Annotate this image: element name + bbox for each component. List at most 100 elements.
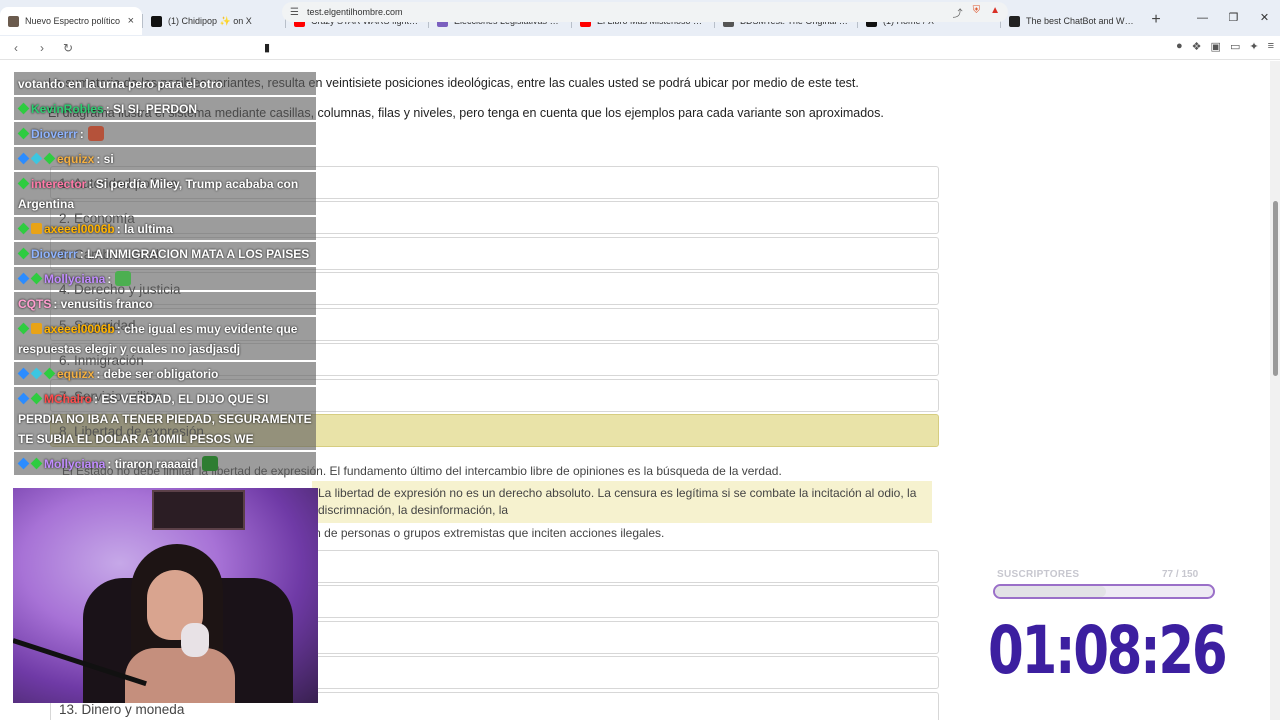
chat-username[interactable]: MChalro (44, 392, 92, 406)
chat-text: votando en la urna pero para el otro (18, 77, 223, 91)
close-window-icon[interactable]: ✕ (1249, 0, 1280, 36)
forward-icon[interactable]: › (32, 41, 52, 55)
goal-label: SUSCRIPTORES (997, 569, 1080, 580)
chat-text: : debe ser obligatorio (96, 367, 219, 381)
chat-message: KevinRobles: SI SI, PERDON (14, 97, 316, 120)
blue-badge-icon (17, 392, 30, 405)
green-badge-icon (17, 177, 30, 190)
goal-count: 77 / 150 (1162, 569, 1199, 580)
site-info-icon[interactable]: ☰ (290, 7, 299, 18)
webcam-feed (13, 488, 318, 703)
goal-progress-bar (993, 584, 1215, 599)
chat-text: : tiraron raaaaid (107, 457, 199, 471)
chat-text: : la ultima (116, 222, 173, 236)
reload-icon[interactable]: ↻ (58, 41, 78, 55)
chat-message: MChalro: ES VERDAD, EL DIJO QUE SI PERDI… (14, 387, 316, 450)
chat-username[interactable]: Dioverrr (31, 247, 78, 261)
puzzle-icon[interactable]: ❖ (1192, 40, 1202, 53)
chat-message: equizx: si (14, 147, 316, 170)
close-tab-icon[interactable]: × (128, 15, 134, 27)
brave-shield-icon[interactable]: ⛨ (973, 5, 981, 20)
browser-tab[interactable]: (1) Chidipop ✨ on X (143, 7, 285, 35)
green-badge-icon (30, 392, 43, 405)
toolbar-actions: ● ❖ ▣ ▭ ✦ ≡ (1176, 40, 1274, 53)
streamer-body (125, 648, 235, 703)
window-controls: — ❐ ✕ (1187, 0, 1280, 36)
chat-emote-icon (202, 456, 219, 471)
chat-username[interactable]: Dioverrr (31, 127, 78, 141)
menu-icon[interactable]: ≡ (1268, 40, 1274, 53)
crown-badge-icon (31, 223, 42, 234)
cube-badge-icon (30, 152, 43, 165)
back-icon[interactable]: ‹ (6, 41, 26, 55)
green-badge-icon (43, 152, 56, 165)
sidebar-icon[interactable]: ▭ (1230, 40, 1240, 53)
browser-toolbar: ‹ › ↻ (0, 36, 1280, 60)
green-badge-icon (17, 222, 30, 235)
new-tab-button[interactable]: + (1143, 11, 1169, 29)
chat-overlay: votando en la urna pero para el otro Kevi… (14, 72, 316, 477)
microphone (181, 623, 209, 657)
green-badge-icon (17, 102, 30, 115)
chat-text: : LA INMIGRACION MATA A LOS PAISES (79, 247, 310, 261)
chat-username[interactable]: equizx (57, 367, 94, 381)
bookmark-icon[interactable]: ▮ (264, 41, 270, 54)
wallet-icon[interactable]: ▣ (1211, 40, 1221, 53)
chat-username[interactable]: CQTS (18, 297, 51, 311)
chat-message: Mollyciana: tiraron raaaaid (14, 452, 316, 475)
browser-tab[interactable]: The best ChatBot and Widget (1001, 7, 1143, 35)
share-icon[interactable]: ⤴ (953, 5, 963, 20)
blue-badge-icon (17, 152, 30, 165)
chat-message: axeeel0006b: la ultima (14, 217, 316, 240)
chat-username[interactable]: Mollyciana (44, 457, 105, 471)
browser-tab[interactable]: Nuevo Espectro político × (0, 7, 142, 35)
chat-text: : (79, 127, 84, 141)
chat-username[interactable]: KevinRobles (31, 102, 104, 116)
tab-title: The best ChatBot and Widget (1026, 16, 1135, 26)
chat-message: interector: Si perdía Miley, Trump acaba… (14, 172, 316, 215)
chat-emote-icon (115, 271, 132, 286)
chat-message: axeeel0006b: che igual es muy evidente q… (14, 317, 316, 360)
green-badge-icon (30, 457, 43, 470)
scrollbar-thumb[interactable] (1273, 201, 1278, 376)
crown-badge-icon (31, 323, 42, 334)
tab-favicon-icon (151, 15, 162, 27)
chat-message: CQTS: venusitis franco (14, 292, 316, 315)
option-2[interactable]: La libertad de expresión no es un derech… (312, 481, 932, 523)
url-text: test.elgentilhombre.com (306, 7, 403, 17)
address-bar[interactable]: ☰ test.elgentilhombre.com ⤴ ⛨ ▲ (282, 2, 1008, 22)
chat-message: votando en la urna pero para el otro (14, 72, 316, 95)
stream-timer: 01:08:26 (988, 612, 1228, 689)
cube-badge-icon (30, 367, 43, 380)
chat-message: Mollyciana: (14, 267, 316, 290)
scrollbar[interactable] (1270, 61, 1280, 720)
green-badge-icon (17, 247, 30, 260)
chat-emote-icon (87, 126, 104, 141)
tab-title: Nuevo Espectro político (25, 16, 121, 26)
extension-icon[interactable]: ● (1176, 40, 1183, 53)
restore-icon[interactable]: ❐ (1218, 0, 1249, 36)
leo-icon[interactable]: ✦ (1249, 40, 1258, 53)
green-badge-icon (43, 367, 56, 380)
chat-username[interactable]: interector (31, 177, 86, 191)
chat-message: Dioverrr: LA INMIGRACION MATA A LOS PAIS… (14, 242, 316, 265)
green-badge-icon (17, 127, 30, 140)
chat-username[interactable]: Mollyciana (44, 272, 105, 286)
chat-username[interactable]: axeeel0006b (44, 322, 115, 336)
green-badge-icon (30, 272, 43, 285)
rewards-icon[interactable]: ▲ (990, 5, 1000, 20)
chat-text: : si (96, 152, 114, 166)
chat-username[interactable]: axeeel0006b (44, 222, 115, 236)
tab-favicon-icon (8, 15, 19, 27)
blue-badge-icon (17, 457, 30, 470)
chat-message: equizx: debe ser obligatorio (14, 362, 316, 385)
blue-badge-icon (17, 367, 30, 380)
blue-badge-icon (17, 272, 30, 285)
green-badge-icon (17, 322, 30, 335)
chat-message: Dioverrr: (14, 122, 316, 145)
tab-favicon-icon (1009, 15, 1020, 27)
chat-text: : venusitis franco (53, 297, 153, 311)
chat-username[interactable]: equizx (57, 152, 94, 166)
chat-text: : SI SI, PERDON (105, 102, 198, 116)
minimize-icon[interactable]: — (1187, 0, 1218, 36)
